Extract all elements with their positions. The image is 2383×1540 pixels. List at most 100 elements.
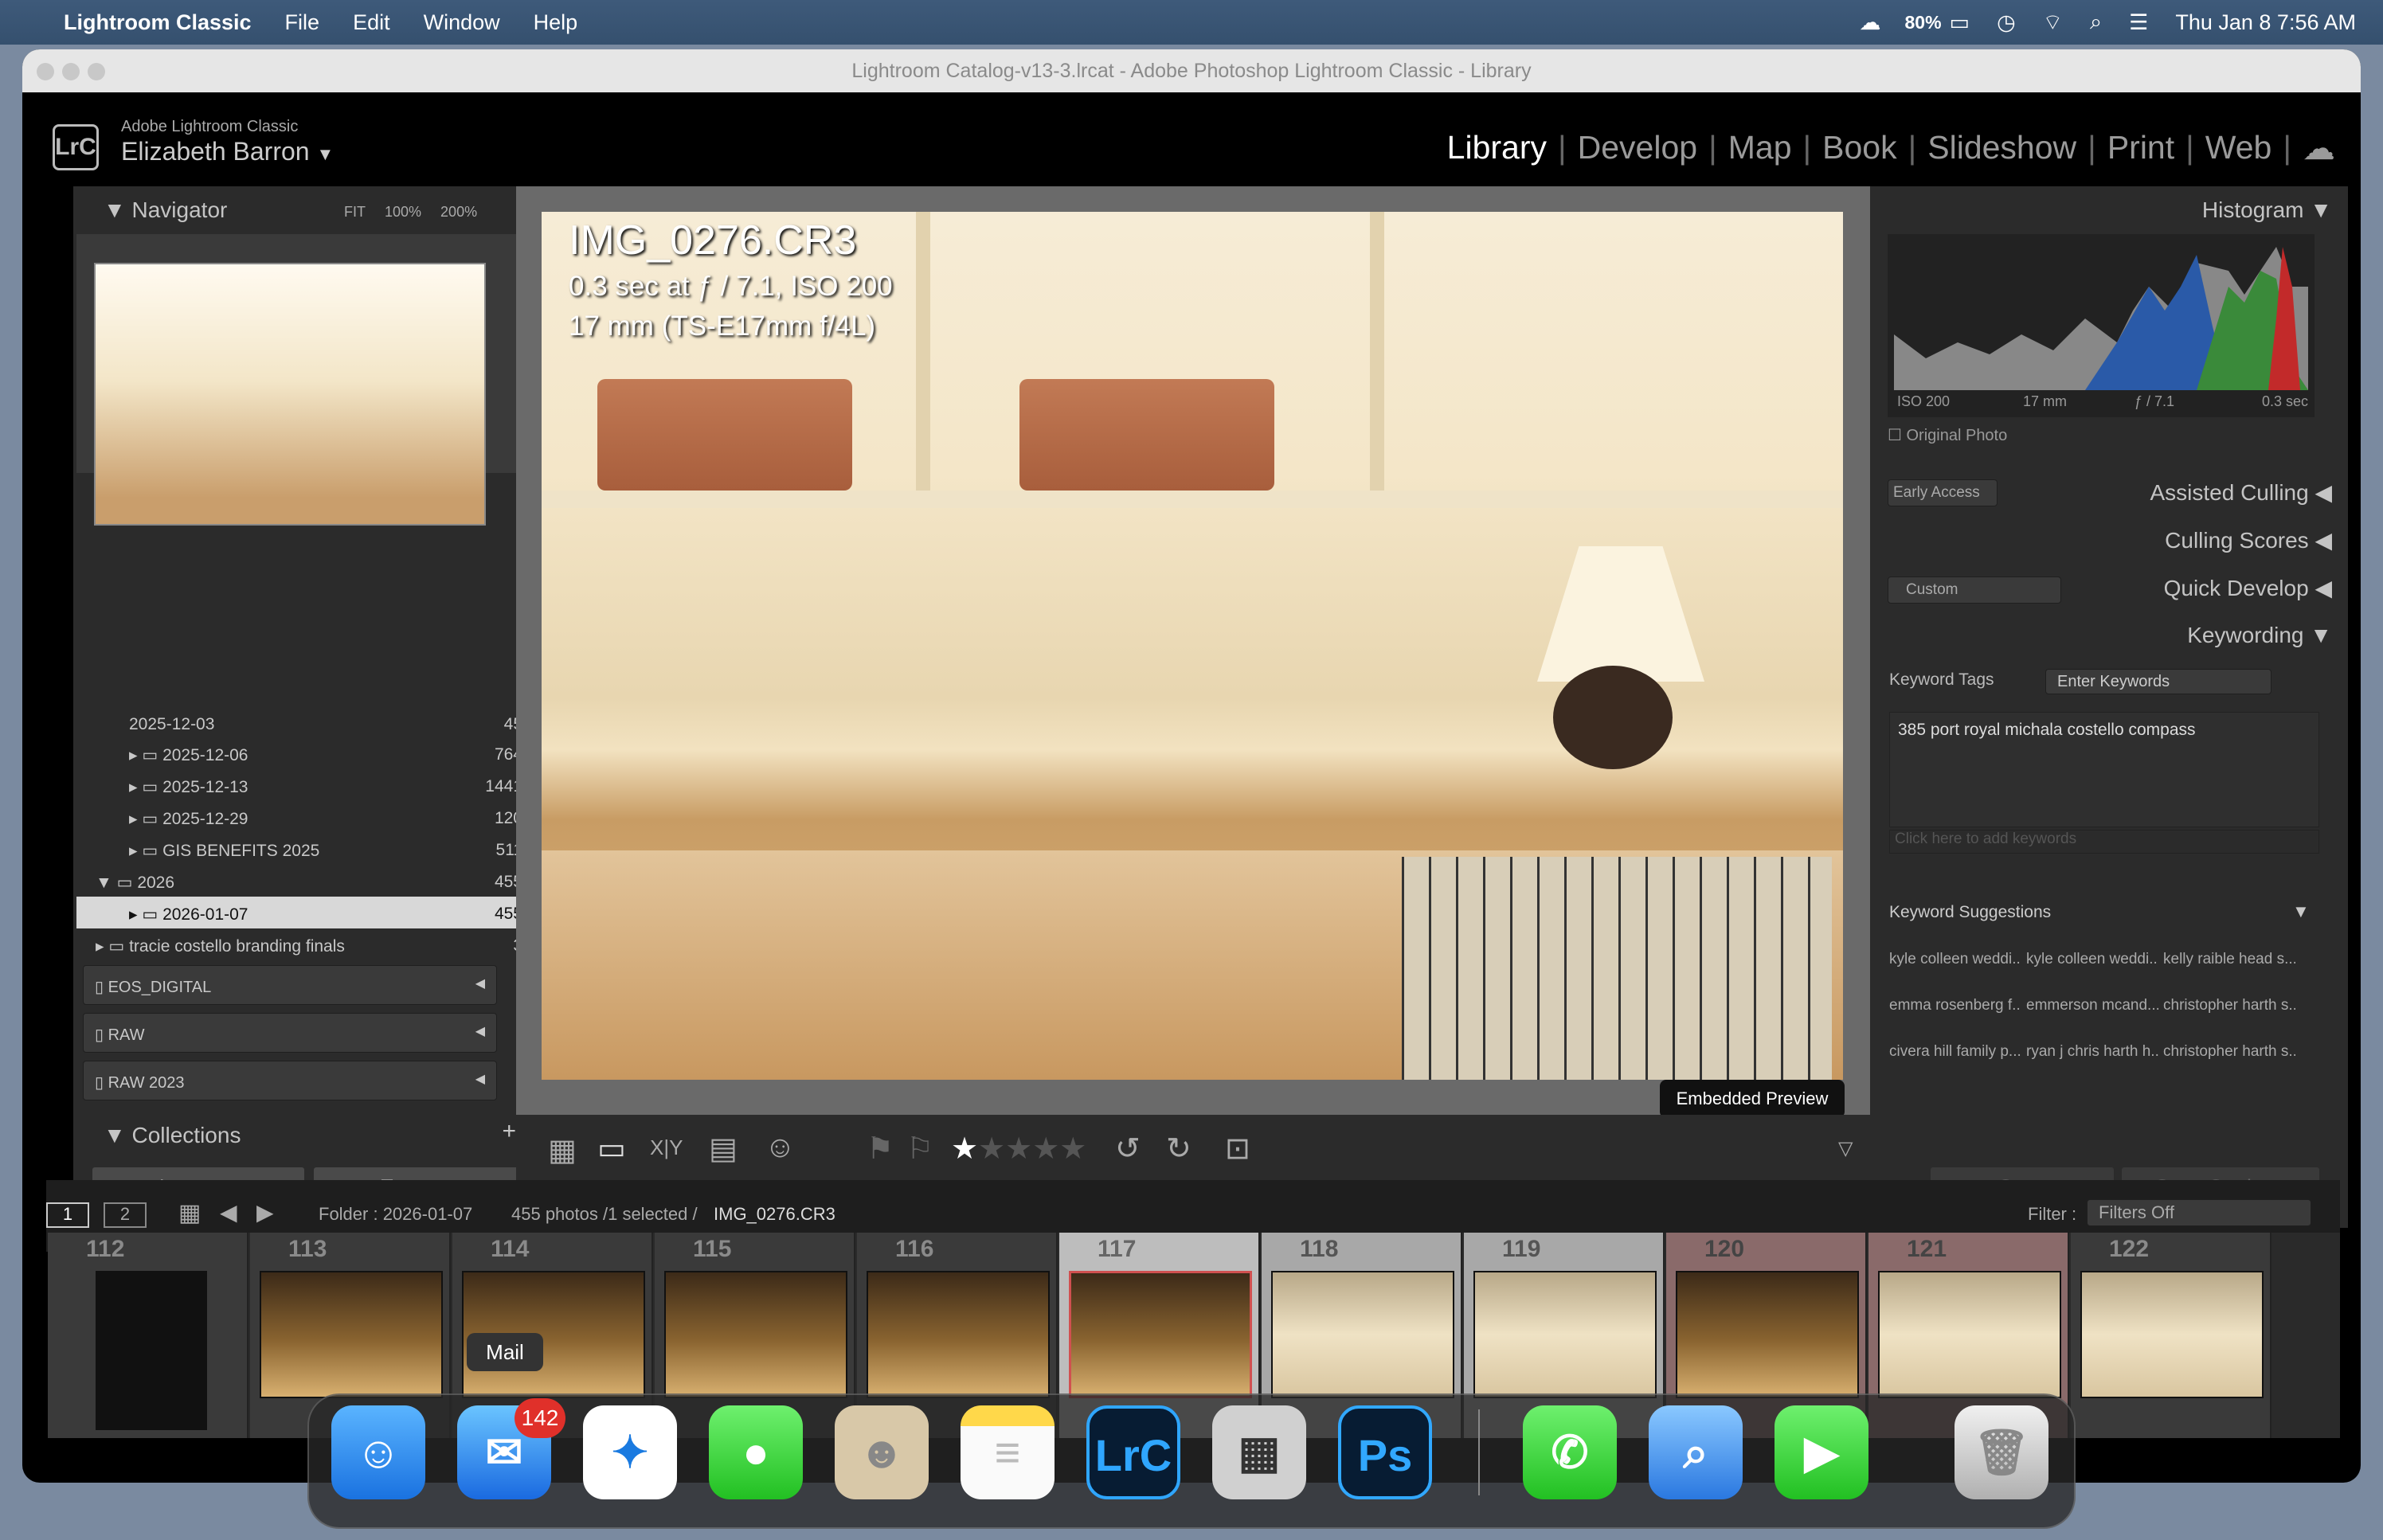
compare-view-icon[interactable]: X|Y bbox=[650, 1135, 683, 1160]
calculator-icon[interactable]: ▦ bbox=[1212, 1405, 1306, 1499]
filmstrip-thumb[interactable]: 112 bbox=[48, 1233, 248, 1438]
assisted-culling-header[interactable]: Assisted Culling ◀ bbox=[2150, 479, 2332, 506]
creative-cloud-icon[interactable]: ☁ bbox=[1860, 10, 1881, 35]
filmstrip-folder-path[interactable]: Folder : 2026-01-07 bbox=[319, 1204, 472, 1225]
back-arrow-icon[interactable]: ◀ bbox=[220, 1199, 237, 1225]
keyword-suggestion[interactable]: christopher harth s... bbox=[2163, 1043, 2295, 1061]
triangle-down-icon[interactable]: ▼ bbox=[2292, 901, 2310, 922]
menu-window[interactable]: Window bbox=[424, 10, 500, 35]
module-web[interactable]: Web bbox=[2205, 129, 2272, 167]
quick-develop-header[interactable]: Quick Develop ◀ bbox=[2164, 575, 2332, 601]
original-photo-checkbox[interactable]: ☐ Original Photo bbox=[1888, 425, 2007, 445]
folder-row[interactable]: ▸ ▭ 2025-12-06 764 bbox=[129, 745, 522, 765]
module-book[interactable]: Book bbox=[1822, 129, 1896, 167]
zoom-fit[interactable]: FIT bbox=[344, 204, 366, 221]
collections-header[interactable]: ▼ Collections bbox=[104, 1123, 241, 1148]
keyword-suggestion[interactable]: emmerson mcand... bbox=[2026, 997, 2158, 1014]
filter-select[interactable]: Filters Off bbox=[2087, 1199, 2311, 1226]
menu-help[interactable]: Help bbox=[534, 10, 578, 35]
folder-row[interactable]: 2025-12-03 45 bbox=[129, 715, 522, 733]
flag-reject-icon[interactable]: ⚐ bbox=[906, 1131, 933, 1167]
finder-icon[interactable]: ☺ bbox=[331, 1405, 425, 1499]
volume-raw[interactable]: ▯ RAW ◀ bbox=[83, 1013, 497, 1053]
keyword-suggestion[interactable]: kyle colleen weddi... bbox=[1889, 951, 2021, 968]
zoom-200[interactable]: 200% bbox=[440, 204, 477, 221]
disclosure-icon[interactable]: ▸ bbox=[96, 937, 104, 956]
disclosure-icon[interactable]: ▸ bbox=[129, 778, 138, 796]
module-slideshow[interactable]: Slideshow bbox=[1927, 129, 2076, 167]
control-center-icon[interactable]: ☰ bbox=[2129, 10, 2148, 35]
module-develop[interactable]: Develop bbox=[1578, 129, 1697, 167]
folder-row[interactable]: ▸ ▭ 2025-12-13 1441 bbox=[129, 777, 522, 797]
lightroom-classic-icon[interactable]: LrC bbox=[1086, 1405, 1180, 1499]
keyword-suggestion[interactable]: emma rosenberg f... bbox=[1889, 997, 2021, 1014]
messages-icon[interactable]: ● bbox=[709, 1405, 803, 1499]
culling-scores-header[interactable]: Culling Scores ◀ bbox=[2165, 527, 2332, 553]
main-window-button[interactable]: 1 bbox=[46, 1202, 89, 1228]
rotate-left-icon[interactable]: ↺ bbox=[1115, 1131, 1141, 1167]
module-library[interactable]: Library bbox=[1447, 129, 1547, 167]
disclosure-open-icon[interactable]: ▼ bbox=[96, 874, 112, 892]
forward-arrow-icon[interactable]: ▶ bbox=[256, 1199, 274, 1225]
survey-view-icon[interactable]: ▤ bbox=[709, 1131, 738, 1167]
zoom-window-button[interactable] bbox=[88, 63, 105, 80]
folder-row[interactable]: ▸ ▭ tracie costello branding finals3 bbox=[96, 936, 522, 956]
grid-view-icon[interactable]: ▦ bbox=[548, 1132, 577, 1168]
minimize-window-button[interactable] bbox=[62, 63, 80, 80]
keywording-header[interactable]: Keywording ▼ bbox=[2187, 623, 2332, 648]
people-view-icon[interactable]: ☺ bbox=[765, 1131, 796, 1165]
flag-pick-icon[interactable]: ⚑ bbox=[867, 1131, 894, 1167]
disclosure-icon[interactable]: ▸ bbox=[129, 842, 138, 860]
disclosure-icon[interactable]: ▸ bbox=[129, 746, 138, 764]
keyword-suggestions-header[interactable]: Keyword Suggestions bbox=[1889, 903, 2051, 922]
cloud-sync-icon[interactable]: ☁ bbox=[2303, 129, 2335, 167]
loupe-view-icon[interactable]: ▭ bbox=[597, 1131, 626, 1167]
zoom-100[interactable]: 100% bbox=[385, 204, 421, 221]
menu-app-name[interactable]: Lightroom Classic bbox=[64, 10, 252, 35]
disclosure-icon[interactable]: ▸ bbox=[129, 810, 138, 828]
histogram-area[interactable]: ISO 200 17 mm ƒ / 7.1 0.3 sec bbox=[1888, 234, 2315, 417]
menu-edit[interactable]: Edit bbox=[353, 10, 390, 35]
safari-icon[interactable]: ✦ bbox=[583, 1405, 677, 1499]
notes-icon[interactable]: ≡ bbox=[961, 1405, 1055, 1499]
navigator-header[interactable]: ▼ Navigator bbox=[104, 197, 227, 223]
menu-file[interactable]: File bbox=[285, 10, 320, 35]
histogram-header[interactable]: Histogram ▼ bbox=[2202, 197, 2332, 223]
facetime-icon[interactable]: ▶ bbox=[1775, 1405, 1868, 1499]
keyword-suggestion[interactable]: ryan j chris harth h... bbox=[2026, 1043, 2158, 1061]
folder-row[interactable]: ▼ ▭ 2026 455 bbox=[96, 873, 522, 893]
grid-icon[interactable]: ▦ bbox=[178, 1199, 201, 1227]
trash-icon[interactable]: 🗑 bbox=[1955, 1405, 2048, 1499]
preview-icon[interactable]: ⌕ bbox=[1649, 1405, 1743, 1499]
rotate-right-icon[interactable]: ↻ bbox=[1166, 1131, 1192, 1167]
identity-user[interactable]: Elizabeth Barron ▼ bbox=[121, 137, 334, 166]
keyword-suggestion[interactable]: civera hill family p... bbox=[1889, 1043, 2021, 1061]
volume-raw-2023[interactable]: ▯ RAW 2023 ◀ bbox=[83, 1061, 497, 1100]
photoshop-icon[interactable]: Ps bbox=[1338, 1405, 1432, 1499]
folder-row[interactable]: ▸ ▭ GIS BENEFITS 2025 511 bbox=[129, 841, 522, 861]
contacts-icon[interactable]: ☻ bbox=[835, 1405, 929, 1499]
filmstrip-selected-file[interactable]: IMG_0276.CR3 bbox=[714, 1204, 835, 1225]
keyword-suggestion[interactable]: kelly raible head s... bbox=[2163, 951, 2295, 968]
time-machine-icon[interactable]: ◷ bbox=[1997, 10, 2016, 35]
quick-develop-preset-select[interactable]: Custom bbox=[1888, 577, 2061, 604]
second-window-button[interactable]: 2 bbox=[104, 1202, 147, 1228]
toolbar-content-chevron-icon[interactable]: ▽ bbox=[1838, 1137, 1853, 1160]
folder-row-selected[interactable]: ▸ ▭ 2026-01-07 455 bbox=[76, 897, 529, 928]
keyword-tags-select[interactable]: Enter Keywords bbox=[2045, 669, 2271, 694]
module-map[interactable]: Map bbox=[1728, 129, 1792, 167]
battery-icon[interactable]: ▭ bbox=[1950, 10, 1970, 35]
keyword-suggestion[interactable]: kyle colleen weddi... bbox=[2026, 951, 2158, 968]
close-window-button[interactable] bbox=[37, 63, 54, 80]
add-collection-icon[interactable]: + bbox=[502, 1118, 516, 1145]
menubar-clock[interactable]: Thu Jan 8 7:56 AM bbox=[2175, 10, 2356, 35]
navigator-thumbnail[interactable] bbox=[94, 263, 486, 526]
module-print[interactable]: Print bbox=[2107, 129, 2174, 167]
keyword-suggestion[interactable]: christopher harth s... bbox=[2163, 997, 2295, 1014]
people-detect-icon[interactable]: ⊡ bbox=[1225, 1131, 1250, 1167]
filmstrip-thumb[interactable]: 122 bbox=[2071, 1233, 2271, 1438]
keywords-textarea[interactable]: 385 port royal michala costello compass bbox=[1889, 712, 2319, 827]
volume-eos-digital[interactable]: ▯ EOS_DIGITAL ◀ bbox=[83, 965, 497, 1005]
phone-icon[interactable]: ✆ bbox=[1523, 1405, 1617, 1499]
star-rating[interactable]: ★★★★★ bbox=[951, 1131, 1086, 1167]
